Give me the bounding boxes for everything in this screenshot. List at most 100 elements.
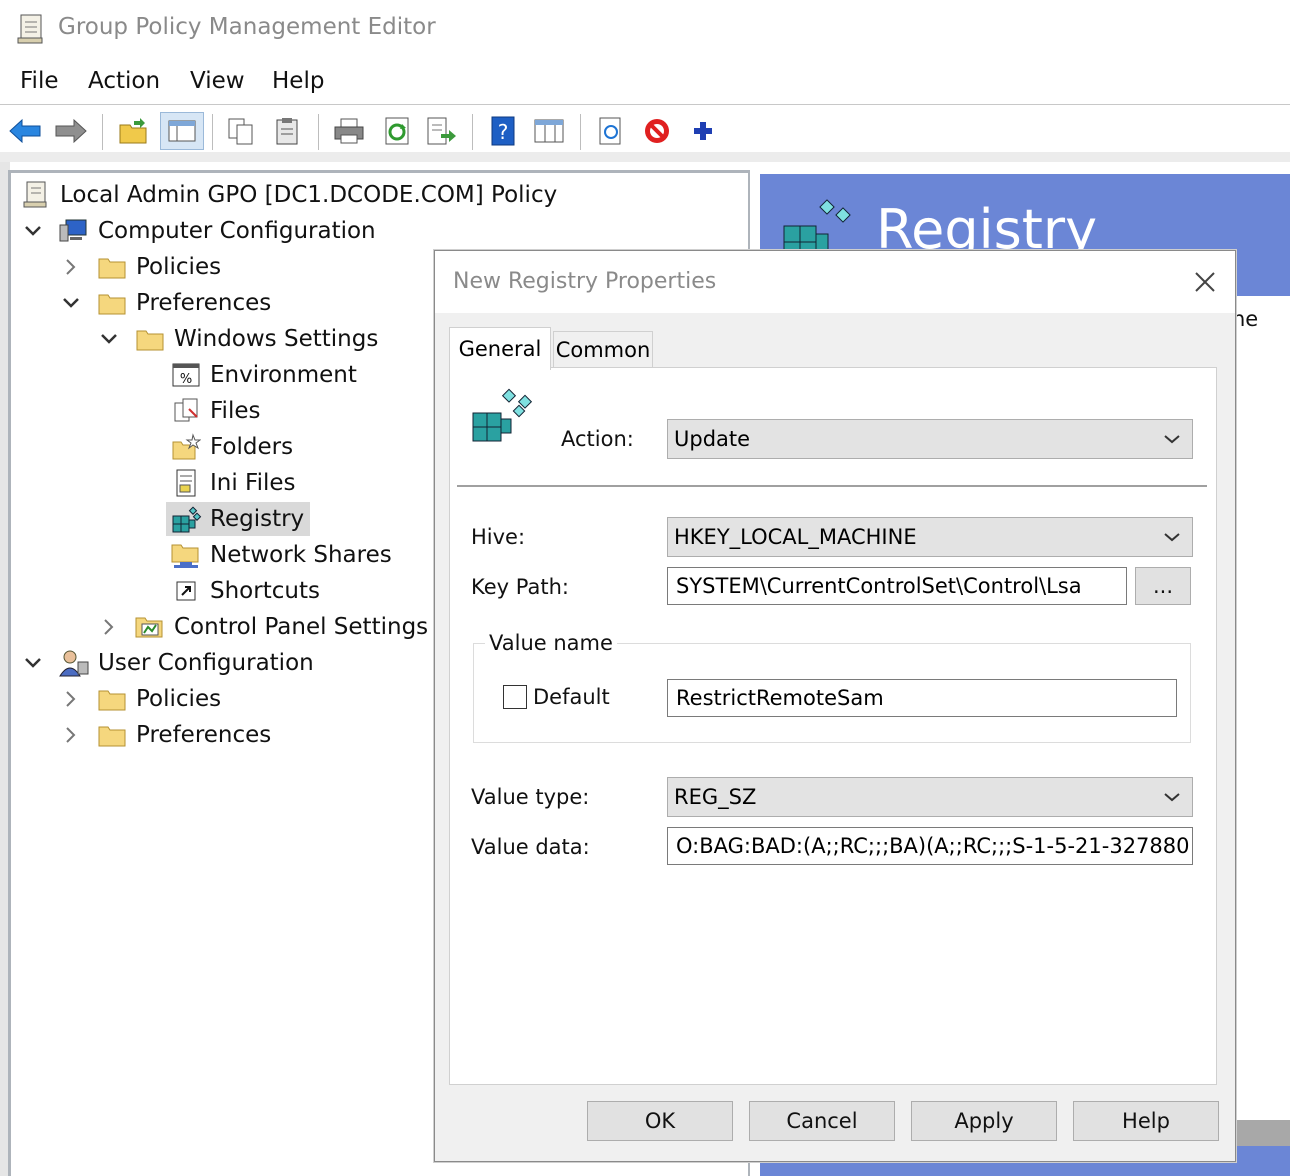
tree-item-windows-settings[interactable]: Windows Settings — [98, 322, 378, 356]
tree-item-root[interactable]: Local Admin GPO [DC1.DCODE.COM] Policy — [20, 178, 557, 212]
menu-view[interactable]: View — [190, 68, 245, 94]
toolbar-divider — [318, 114, 319, 150]
chevron-down-icon[interactable] — [98, 328, 120, 350]
tree-item-network-shares[interactable]: Network Shares — [170, 538, 392, 572]
key-path-input[interactable]: SYSTEM\CurrentControlSet\Control\Lsa — [667, 567, 1127, 605]
browse-button[interactable]: ... — [1135, 567, 1191, 605]
forward-icon[interactable] — [54, 114, 88, 148]
export-icon[interactable] — [424, 114, 458, 148]
network-share-icon — [170, 540, 202, 570]
computer-icon — [58, 216, 90, 246]
value-data-label: Value data: — [471, 835, 590, 859]
chevron-right-icon[interactable] — [60, 688, 82, 710]
key-path-label: Key Path: — [471, 575, 569, 599]
action-value: Update — [674, 427, 751, 451]
folder-icon — [96, 288, 128, 318]
tree-label: Computer Configuration — [98, 218, 376, 244]
folders-icon — [170, 432, 202, 462]
tree-label: Policies — [136, 254, 222, 280]
tree-label: Environment — [210, 362, 357, 388]
tree-item-shortcuts[interactable]: Shortcuts — [170, 574, 320, 608]
separator — [457, 485, 1207, 487]
action-label: Action: — [561, 427, 634, 451]
tree-label: Preferences — [136, 290, 272, 316]
svg-text:%: % — [180, 372, 192, 387]
value-type-label: Value type: — [471, 785, 590, 809]
shortcut-icon — [170, 576, 202, 606]
chevron-down-icon[interactable] — [22, 652, 44, 674]
tree-item-computer-configuration[interactable]: Computer Configuration — [22, 214, 376, 248]
tree-label: Registry — [210, 506, 305, 532]
folder-icon — [96, 252, 128, 282]
tree-item-folders[interactable]: Folders — [170, 430, 293, 464]
copy-icon[interactable] — [224, 114, 258, 148]
tree-item-preferences[interactable]: Preferences — [60, 286, 271, 320]
chevron-down-icon — [1152, 792, 1192, 802]
chevron-down-icon[interactable] — [22, 220, 44, 242]
tree-item-registry[interactable]: Registry — [166, 502, 311, 536]
window-title: Group Policy Management Editor — [58, 14, 436, 40]
menu-file[interactable]: File — [20, 68, 59, 94]
stop-icon[interactable] — [640, 114, 674, 148]
tree-item-user-configuration[interactable]: User Configuration — [22, 646, 314, 680]
tree-item-policies[interactable]: Policies — [60, 250, 221, 284]
paste-icon[interactable] — [270, 114, 304, 148]
tree-label: Control Panel Settings — [174, 614, 429, 640]
apply-button[interactable]: Apply — [911, 1101, 1057, 1141]
toolbar-divider — [580, 114, 581, 150]
tree-label: Policies — [136, 686, 222, 712]
tree-item-ini-files[interactable]: Ini Files — [170, 466, 296, 500]
value-name-input[interactable]: RestrictRemoteSam — [667, 679, 1177, 717]
tree-label: Shortcuts — [210, 578, 320, 604]
show-hide-tree-icon[interactable] — [160, 112, 204, 150]
toolbar-bottom-strip — [0, 152, 1290, 162]
value-type-dropdown[interactable]: REG_SZ — [667, 777, 1193, 817]
help-button[interactable]: Help — [1073, 1101, 1219, 1141]
help-icon[interactable]: ? — [486, 114, 520, 148]
tree-label: Windows Settings — [174, 326, 379, 352]
toolbar-divider — [472, 114, 473, 150]
registry-icon — [170, 504, 202, 534]
value-data-input[interactable]: O:BAG:BAD:(A;;RC;;;BA)(A;;RC;;;S-1-5-21-… — [667, 827, 1193, 865]
menu-help[interactable]: Help — [272, 68, 324, 94]
add-icon[interactable] — [686, 114, 720, 148]
tab-common[interactable]: Common — [553, 331, 653, 368]
dialog-title: New Registry Properties — [453, 269, 717, 294]
refresh-icon[interactable] — [380, 114, 414, 148]
value-name-group-label: Value name — [485, 631, 617, 655]
tree-label: Preferences — [136, 722, 272, 748]
default-checkbox-label[interactable]: Default — [533, 685, 610, 709]
back-icon[interactable] — [8, 114, 42, 148]
toolbar-divider — [102, 114, 103, 150]
hive-dropdown[interactable]: HKEY_LOCAL_MACHINE — [667, 517, 1193, 557]
tree-label: Folders — [210, 434, 294, 460]
chevron-down-icon — [1152, 434, 1192, 444]
menu-divider — [0, 104, 1290, 105]
close-icon[interactable] — [1187, 265, 1223, 299]
properties-pane-icon[interactable] — [532, 114, 566, 148]
menu-bar: File Action View Help — [0, 62, 1290, 104]
print-icon[interactable] — [332, 114, 366, 148]
ok-button[interactable]: OK — [587, 1101, 733, 1141]
toolbar-divider — [212, 114, 213, 150]
tree-item-user-preferences[interactable]: Preferences — [60, 718, 271, 752]
chevron-down-icon[interactable] — [60, 292, 82, 314]
scrollbar[interactable] — [1232, 1120, 1290, 1146]
tree-item-control-panel-settings[interactable]: Control Panel Settings — [98, 610, 428, 644]
cancel-button[interactable]: Cancel — [749, 1101, 895, 1141]
tree-item-files[interactable]: Files — [170, 394, 260, 428]
new-item-icon[interactable] — [594, 114, 628, 148]
gpo-editor-icon — [16, 12, 46, 46]
chevron-right-icon[interactable] — [98, 616, 120, 638]
default-checkbox[interactable] — [503, 685, 527, 709]
up-folder-icon[interactable] — [116, 114, 150, 148]
chevron-right-icon[interactable] — [60, 256, 82, 278]
tab-general[interactable]: General — [449, 327, 551, 370]
folder-icon — [96, 720, 128, 750]
tree-item-user-policies[interactable]: Policies — [60, 682, 221, 716]
new-registry-properties-dialog: New Registry Properties General Common A… — [434, 250, 1236, 1162]
tree-item-environment[interactable]: % Environment — [170, 358, 357, 392]
chevron-right-icon[interactable] — [60, 724, 82, 746]
action-dropdown[interactable]: Update — [667, 419, 1193, 459]
menu-action[interactable]: Action — [88, 68, 160, 94]
